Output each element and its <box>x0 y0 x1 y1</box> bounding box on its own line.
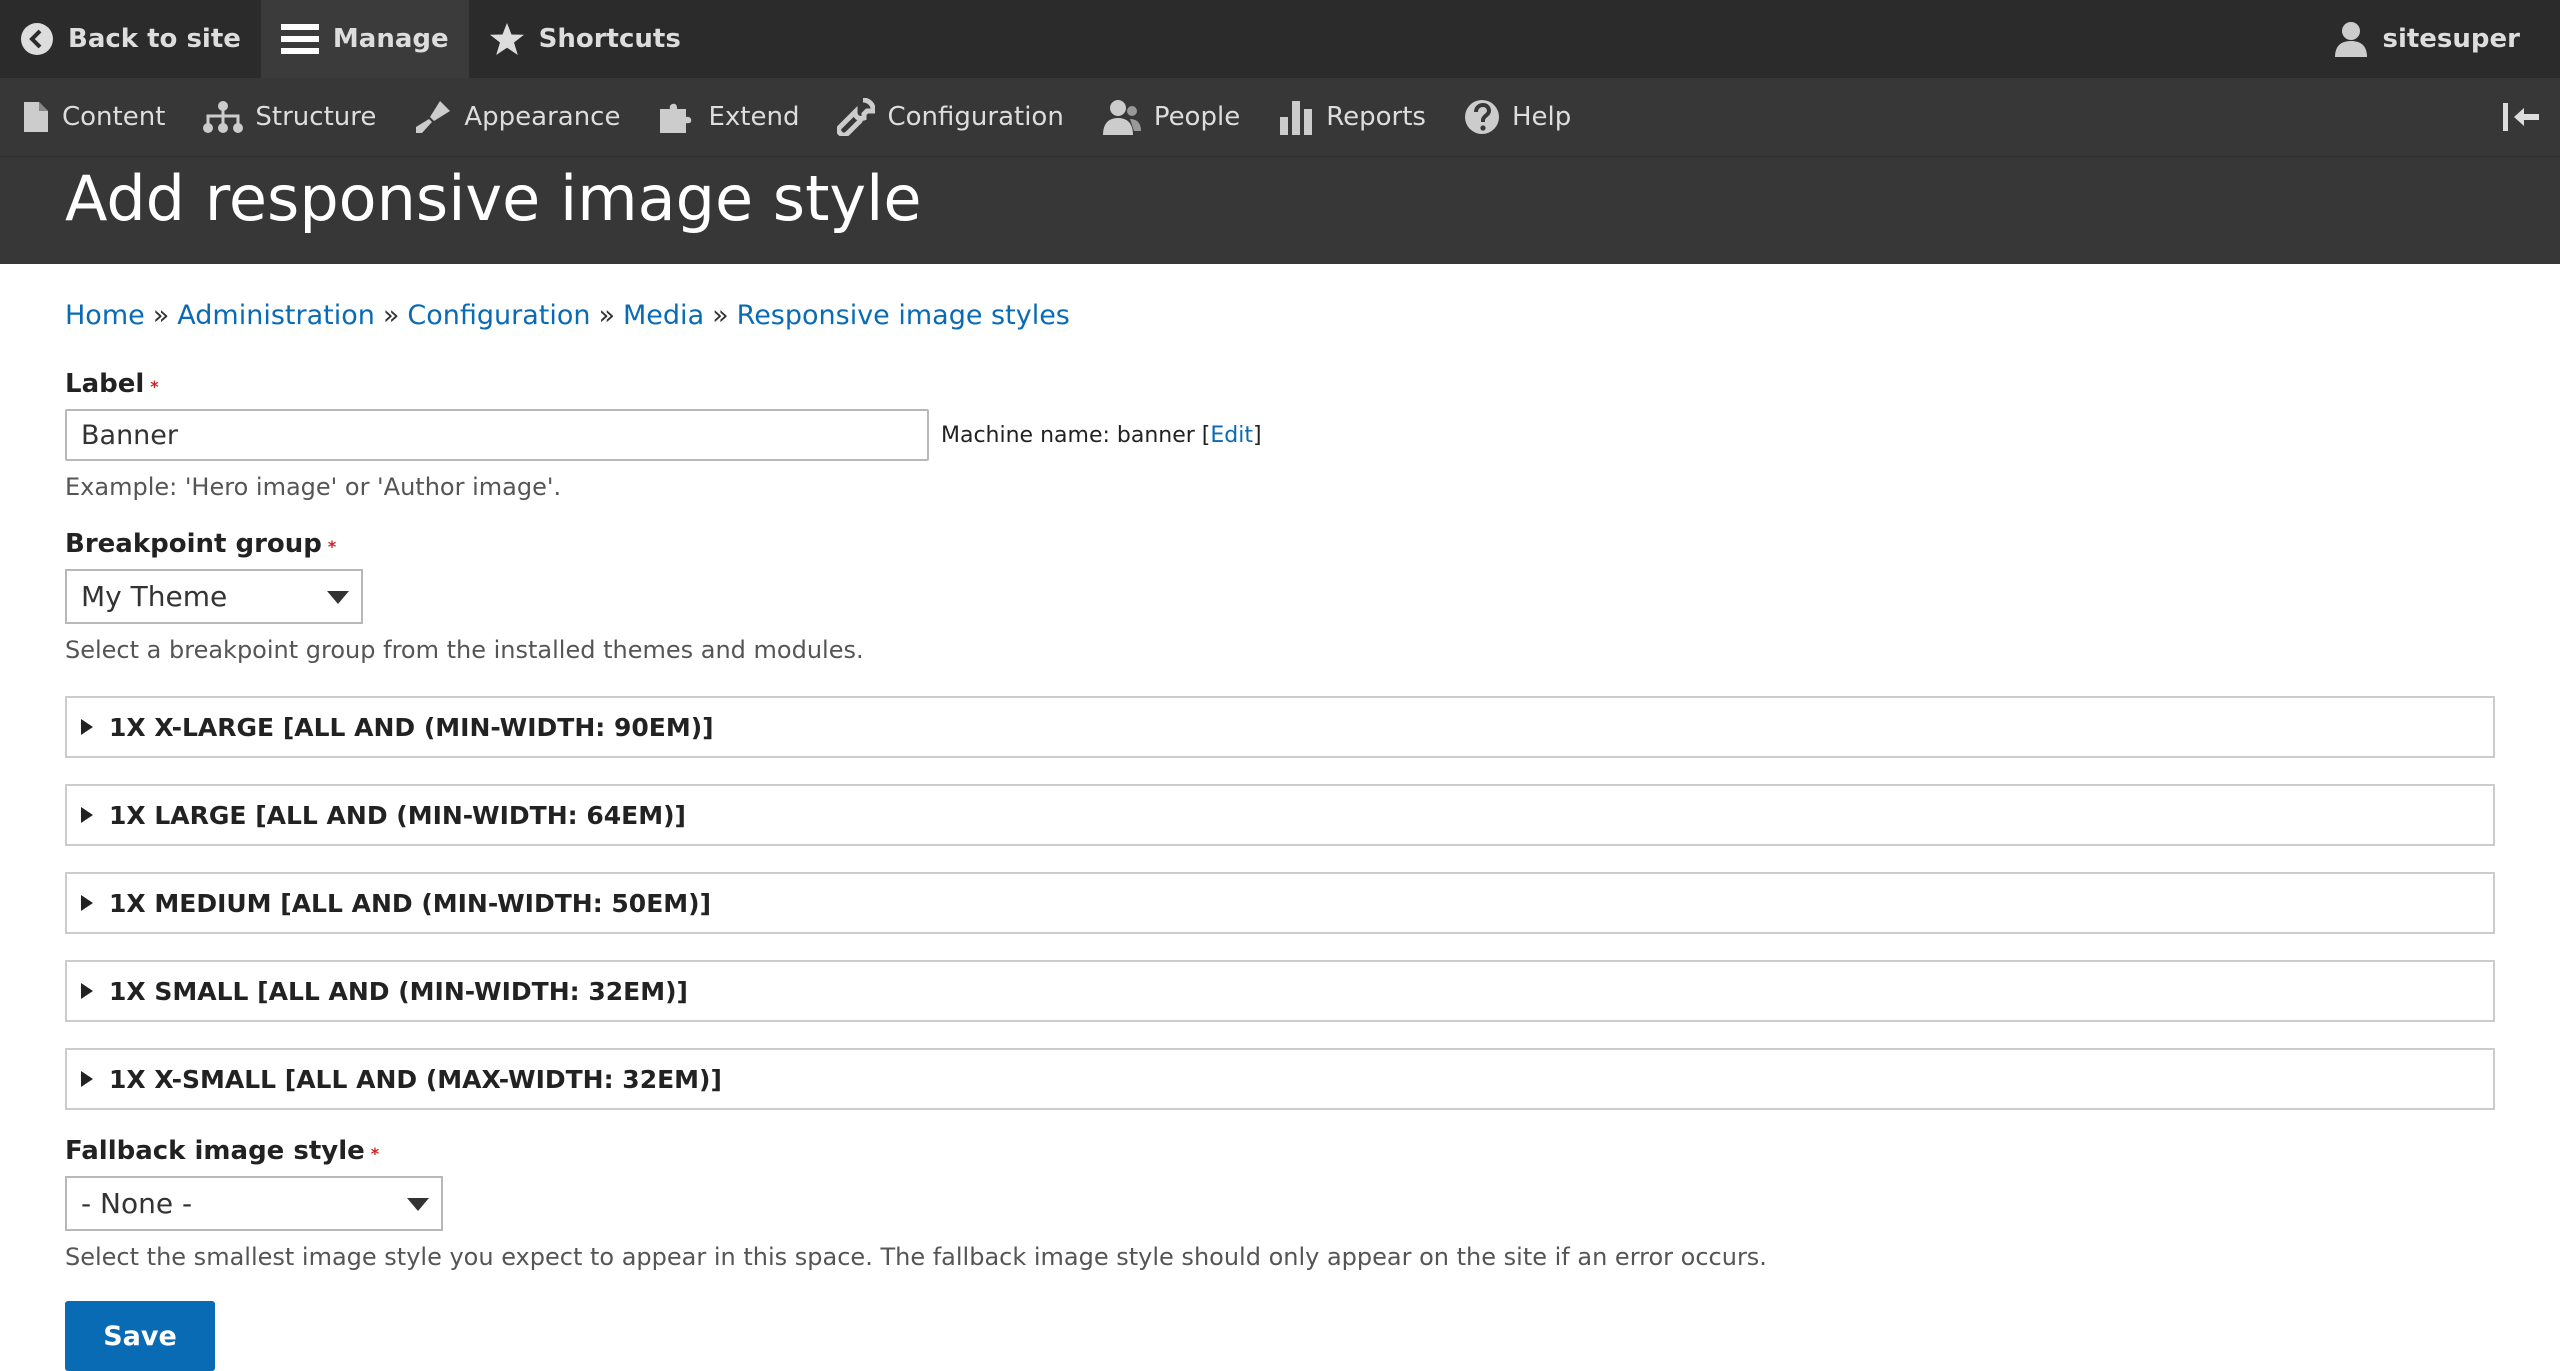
breakpoint-group-value: My Theme <box>81 580 228 613</box>
breakpoint-summary: 1X LARGE [ALL AND (MIN-WIDTH: 64EM)] <box>109 800 686 830</box>
star-icon <box>489 23 524 55</box>
menu-item-help[interactable]: Help <box>1450 78 1595 156</box>
breadcrumb-home[interactable]: Home <box>65 300 145 331</box>
menu-item-label: Configuration <box>887 102 1064 132</box>
breadcrumb-administration[interactable]: Administration <box>177 300 375 331</box>
back-to-site-label: Back to site <box>68 24 241 54</box>
breakpoint-summary: 1X SMALL [ALL AND (MIN-WIDTH: 32EM)] <box>109 976 688 1006</box>
breadcrumb: Home» Administration» Configuration» Media»… <box>65 300 2495 331</box>
menu-item-label: Content <box>62 102 166 132</box>
breakpoint-list: 1X X-LARGE [ALL AND (MIN-WIDTH: 90EM)] 1… <box>65 696 2495 1110</box>
expand-triangle-icon <box>81 983 93 999</box>
menu-item-content[interactable]: Content <box>8 78 189 156</box>
expand-triangle-icon <box>81 895 93 911</box>
dropdown-arrow-icon <box>327 590 349 604</box>
back-arrow-icon <box>21 23 53 55</box>
expand-triangle-icon <box>81 719 93 735</box>
menu-item-label: Structure <box>255 102 377 132</box>
manage-label: Manage <box>332 24 449 54</box>
page-header: Add responsive image style <box>0 157 2560 264</box>
expand-triangle-icon <box>81 1071 93 1087</box>
admin-menu: Content Structure Appearance Extend Conf… <box>0 78 1595 156</box>
menu-item-label: People <box>1153 102 1241 132</box>
required-marker: * <box>370 1144 380 1163</box>
orientation-toggle[interactable] <box>2502 102 2560 132</box>
breakpoint-group-description: Select a breakpoint group from the insta… <box>65 636 864 664</box>
fallback-field: Fallback image style * <box>65 1136 2495 1166</box>
menu-item-configuration[interactable]: Configuration <box>823 78 1087 156</box>
page-title: Add responsive image style <box>65 162 922 235</box>
breadcrumb-separator: » <box>152 300 170 331</box>
required-marker: * <box>150 377 159 396</box>
breakpoint-details[interactable]: 1X SMALL [ALL AND (MIN-WIDTH: 32EM)] <box>65 960 2495 1022</box>
admin-menu-tray: Content Structure Appearance Extend Conf… <box>0 78 2560 157</box>
menu-item-extend[interactable]: Extend <box>644 78 823 156</box>
collapse-left-icon <box>2503 103 2539 131</box>
shortcuts-label: Shortcuts <box>538 24 681 54</box>
breakpoint-group-field: Breakpoint group * <box>65 529 2495 559</box>
user-tab[interactable]: sitesuper <box>2314 0 2560 78</box>
paintbrush-icon <box>416 101 451 133</box>
admin-toolbar: Back to site Manage Shortcuts sitesuper <box>0 0 2560 78</box>
breakpoint-details[interactable]: 1X MEDIUM [ALL AND (MIN-WIDTH: 50EM)] <box>65 872 2495 934</box>
menu-item-appearance[interactable]: Appearance <box>400 78 644 156</box>
machine-name-edit-link[interactable]: Edit <box>1210 423 1253 448</box>
menu-item-reports[interactable]: Reports <box>1264 78 1450 156</box>
label-input-row: Machine name: banner [Edit] <box>65 409 2495 461</box>
label-description: Example: 'Hero image' or 'Author image'. <box>65 473 562 501</box>
toolbar-right: sitesuper <box>2314 0 2560 78</box>
machine-name: Machine name: banner [Edit] <box>941 423 1262 448</box>
breadcrumb-media[interactable]: Media <box>623 300 704 331</box>
bar-chart-icon <box>1280 101 1313 135</box>
sitemap-icon <box>203 101 244 133</box>
label-input[interactable] <box>65 409 929 461</box>
username-label: sitesuper <box>2382 24 2520 54</box>
fallback-select[interactable]: - None - <box>65 1176 443 1231</box>
manage-tab[interactable]: Manage <box>260 0 469 78</box>
breakpoint-details[interactable]: 1X X-SMALL [ALL AND (MAX-WIDTH: 32EM)] <box>65 1048 2495 1110</box>
breakpoint-summary: 1X MEDIUM [ALL AND (MIN-WIDTH: 50EM)] <box>109 888 712 918</box>
machine-name-suffix: ] <box>1252 422 1262 448</box>
breakpoint-group-title: Breakpoint group <box>65 529 322 559</box>
breakpoint-summary: 1X X-SMALL [ALL AND (MAX-WIDTH: 32EM)] <box>109 1064 722 1094</box>
back-to-site-link[interactable]: Back to site <box>0 0 261 78</box>
breadcrumb-separator: » <box>382 300 400 331</box>
fallback-title: Fallback image style <box>65 1136 365 1166</box>
dropdown-arrow-icon <box>407 1197 429 1211</box>
fallback-value: - None - <box>81 1187 193 1220</box>
toolbar-left: Back to site Manage Shortcuts <box>0 0 701 78</box>
required-marker: * <box>327 537 337 556</box>
breakpoint-summary: 1X X-LARGE [ALL AND (MIN-WIDTH: 90EM)] <box>109 712 714 742</box>
menu-item-label: Appearance <box>464 102 621 132</box>
user-icon <box>2335 22 2368 57</box>
breadcrumb-separator: » <box>598 300 616 331</box>
shortcuts-tab[interactable]: Shortcuts <box>469 0 701 78</box>
hamburger-icon <box>280 24 319 54</box>
breadcrumb-responsive-image-styles[interactable]: Responsive image styles <box>737 300 1070 331</box>
breakpoint-details[interactable]: 1X X-LARGE [ALL AND (MIN-WIDTH: 90EM)] <box>65 696 2495 758</box>
menu-item-people[interactable]: People <box>1088 78 1264 156</box>
wrench-icon <box>837 98 876 136</box>
help-icon <box>1464 100 1499 134</box>
save-button[interactable]: Save <box>65 1301 215 1371</box>
expand-triangle-icon <box>81 807 93 823</box>
breadcrumb-separator: » <box>712 300 729 331</box>
machine-name-prefix: Machine name: banner [ <box>941 422 1211 448</box>
breadcrumb-configuration[interactable]: Configuration <box>407 300 590 331</box>
menu-item-label: Help <box>1511 102 1572 132</box>
label-field-title: Label <box>65 369 145 399</box>
people-icon <box>1102 100 1141 135</box>
fallback-description: Select the smallest image style you expe… <box>65 1243 1767 1271</box>
breakpoint-details[interactable]: 1X LARGE [ALL AND (MIN-WIDTH: 64EM)] <box>65 784 2495 846</box>
file-icon <box>24 102 48 132</box>
breakpoint-group-select[interactable]: My Theme <box>65 569 363 624</box>
menu-item-label: Reports <box>1326 102 1426 132</box>
main-content: Home» Administration» Configuration» Media»… <box>0 300 2560 1371</box>
puzzle-icon <box>660 103 692 133</box>
label-field: Label * <box>65 369 2495 399</box>
menu-item-structure[interactable]: Structure <box>189 78 400 156</box>
menu-item-label: Extend <box>708 102 800 132</box>
